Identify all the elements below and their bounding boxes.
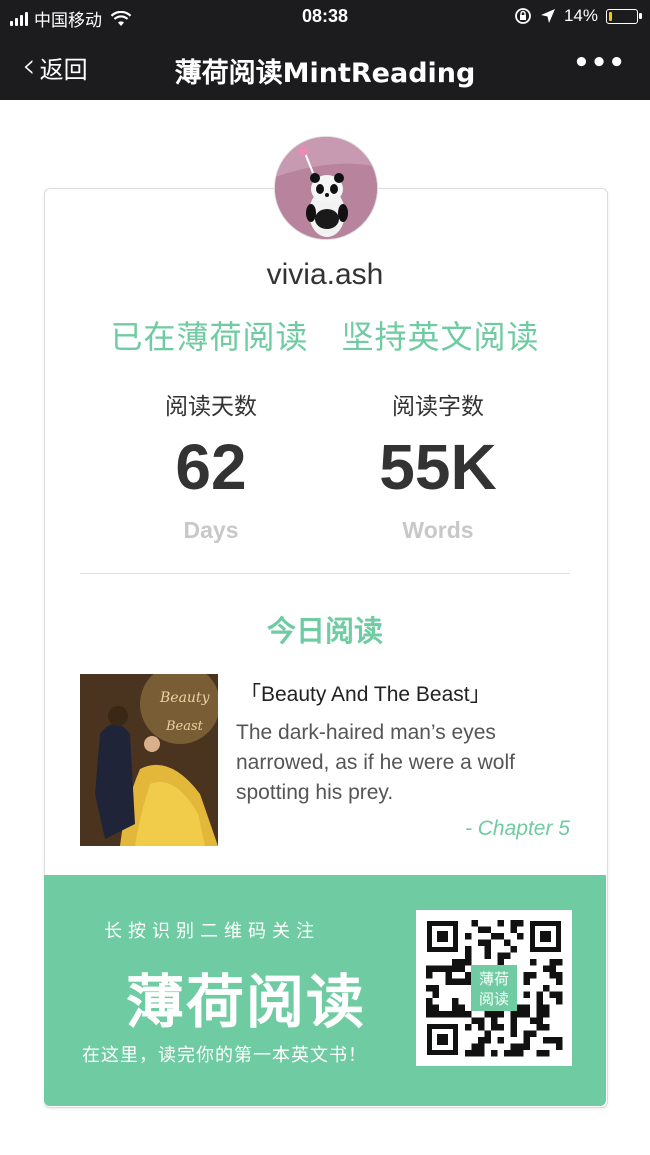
navigation-bar: ‹ 返回 薄荷阅读MintReading ••• (0, 34, 650, 100)
chapter-label: - Chapter 5 (464, 817, 570, 840)
book-excerpt: The dark-haired man’s eyes narrowed, as … (236, 721, 515, 804)
svg-text:Beast: Beast (165, 719, 204, 734)
lock-rotation-icon (515, 8, 531, 24)
book-cover-art: Beauty Beast (80, 674, 218, 846)
qr-center-label-line1: 薄荷 (479, 970, 509, 988)
book-cover-image: Beauty Beast (80, 674, 218, 846)
brand-tagline: 在这里，读完你的第一本英文书！ (82, 1045, 367, 1066)
promo-footer: 长按识别二维码关注 薄荷阅读 在这里，读完你的第一本英文书！ 薄荷 阅读 (44, 875, 606, 1106)
qr-hint: 长按识别二维码关注 (104, 921, 320, 942)
battery-level (609, 11, 612, 21)
status-right: 14% (514, 6, 642, 26)
stat-label: 阅读天数 (165, 394, 257, 420)
stat-label: 阅读字数 (392, 394, 484, 420)
divider (80, 573, 570, 574)
page-title: 薄荷阅读MintReading (174, 58, 476, 89)
avatar[interactable] (274, 136, 378, 240)
reading-slogan: 已在薄荷阅读 坚持英文阅读 (110, 318, 540, 356)
qr-center-label-line2: 阅读 (479, 990, 509, 1008)
today-reading-title: 今日阅读 (266, 614, 383, 648)
stat-reading-words: 阅读字数 55K Words (318, 387, 558, 544)
stat-value: 55K (379, 431, 497, 503)
battery-percent: 14% (563, 6, 598, 25)
stat-value: 62 (175, 431, 247, 503)
stat-unit: Words (402, 517, 474, 543)
battery-icon (606, 8, 642, 24)
panda-figure-icon (275, 137, 377, 239)
more-options-button[interactable]: ••• (573, 48, 626, 78)
qr-code[interactable]: 薄荷 阅读 (416, 910, 572, 1066)
username: vivia.ash (266, 258, 384, 291)
location-arrow-icon (540, 9, 555, 23)
stat-unit: Days (183, 517, 239, 543)
brand-name: 薄荷阅读 (126, 968, 367, 1036)
book-title: 「Beauty And The Beast」 (240, 683, 491, 706)
stat-reading-days: 阅读天数 62 Days (91, 387, 331, 544)
status-bar: 中国移动 08:38 14% (0, 0, 650, 34)
svg-text:Beauty: Beauty (159, 690, 211, 706)
qr-code-pattern: 薄荷 阅读 (416, 910, 572, 1066)
